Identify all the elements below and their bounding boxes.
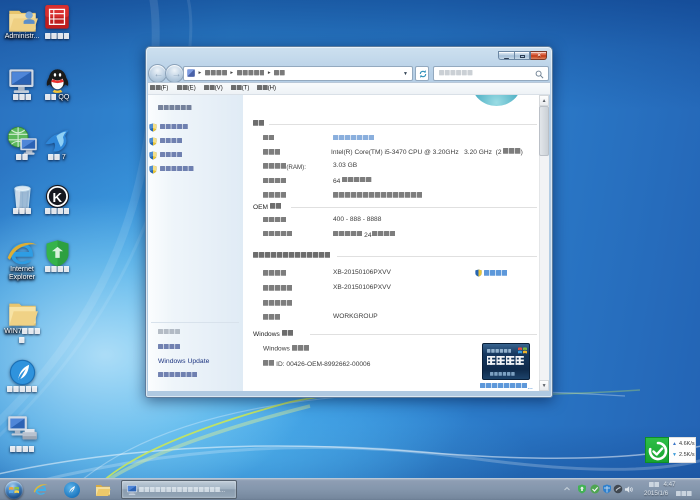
svg-text:K: K (52, 190, 62, 205)
